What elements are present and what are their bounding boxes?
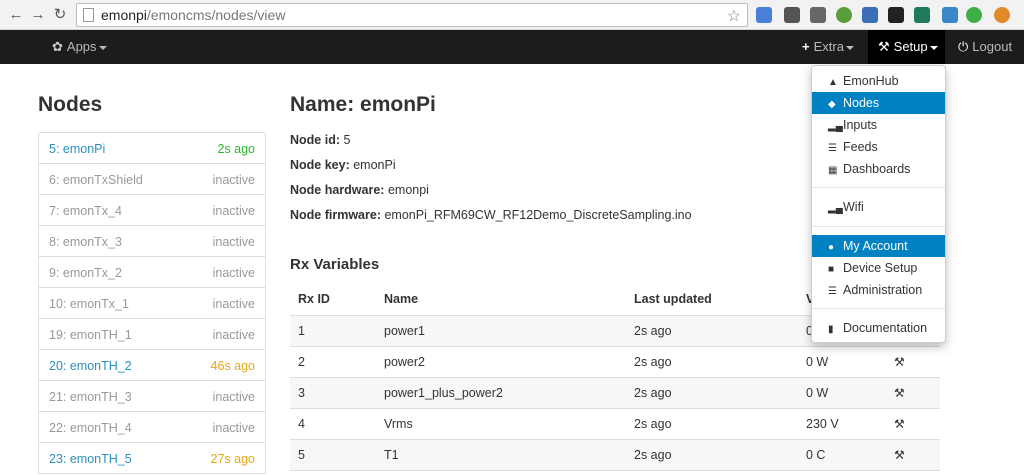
- node-item[interactable]: 19: emonTH_1 inactive: [39, 319, 265, 350]
- menu-item-feeds[interactable]: ☰ Feeds: [812, 136, 945, 158]
- apps-menu[interactable]: ✿ Apps: [52, 30, 107, 64]
- node-hardware-field: Node hardware: emonpi: [290, 183, 429, 197]
- node-list: 5: emonPi 2s ago 6: emonTxShield inactive …: [38, 132, 266, 474]
- column-header: Rx ID: [290, 284, 376, 316]
- node-item[interactable]: 6: emonTxShield inactive: [39, 164, 265, 195]
- menu-divider: [812, 226, 945, 227]
- list-icon: ☰: [828, 143, 837, 154]
- grid-icon: ▦: [828, 165, 838, 176]
- node-item[interactable]: 5: emonPi 2s ago: [39, 133, 265, 164]
- node-id-field: Node id: 5: [290, 133, 351, 147]
- video-camera-icon: ■: [828, 264, 835, 275]
- extra-menu[interactable]: + Extra: [802, 30, 854, 64]
- reload-icon[interactable]: ↻: [50, 5, 70, 25]
- table-row: 3 power1_plus_power2 2s ago 0 W ⚒: [290, 377, 940, 409]
- top-navbar: ✿ Apps + Extra ⚒ Setup ⏻ Logout: [0, 30, 1024, 64]
- tag-icon: ◆: [828, 99, 836, 110]
- column-header: Name: [376, 284, 626, 316]
- node-item[interactable]: 21: emonTH_3 inactive: [39, 381, 265, 412]
- sidebar-title: Nodes: [38, 93, 103, 116]
- wrench-icon: ⚒: [878, 39, 890, 54]
- menu-item-documentation[interactable]: ▮ Documentation: [812, 317, 945, 339]
- extension-evernote-icon[interactable]: [810, 7, 826, 23]
- column-header: Last updated: [626, 284, 798, 316]
- megaphone-icon: ▲: [828, 77, 838, 88]
- setup-menu[interactable]: ⚒ Setup: [868, 30, 945, 64]
- user-icon: ●: [828, 242, 835, 253]
- node-item[interactable]: 8: emonTx_3 inactive: [39, 226, 265, 257]
- menu-item-wifi[interactable]: ▂▄Wifi: [812, 196, 945, 218]
- address-bar[interactable]: emonpi/emoncms/nodes/view ☆: [76, 3, 748, 27]
- extension-hangouts-icon[interactable]: [836, 7, 852, 23]
- tasks-icon: ☰: [828, 286, 837, 297]
- extension-d-icon[interactable]: [966, 7, 982, 23]
- bookmark-star-icon[interactable]: ☆: [727, 6, 741, 26]
- menu-item-device-setup[interactable]: ■ Device Setup: [812, 257, 945, 279]
- browser-toolbar: ← → ↻ emonpi/emoncms/nodes/view ☆: [0, 0, 1024, 30]
- extension-s-icon[interactable]: [914, 7, 930, 23]
- rx-variables-title: Rx Variables: [290, 256, 380, 273]
- menu-divider: [812, 308, 945, 309]
- table-row: 2 power2 2s ago 0 W ⚒: [290, 346, 940, 378]
- forward-arrow-icon[interactable]: →: [28, 5, 48, 25]
- extension-people-icon[interactable]: [942, 7, 958, 23]
- setup-dropdown: ▲ EmonHub ◆ Nodes ▂▄Inputs ☰ Feeds ▦ Dashboa…: [811, 65, 946, 343]
- node-item[interactable]: 23: emonTH_5 27s ago: [39, 443, 265, 474]
- extension-bowl-icon[interactable]: [994, 7, 1010, 23]
- wrench-icon[interactable]: ⚒: [894, 386, 905, 400]
- signal-bars-icon: ▂▄: [828, 121, 843, 132]
- wrench-icon[interactable]: ⚒: [894, 355, 905, 369]
- menu-item-nodes[interactable]: ◆ Nodes: [812, 92, 945, 114]
- book-icon: ▮: [828, 324, 834, 335]
- signal-bars-icon: ▂▄: [828, 203, 843, 214]
- caret-down-icon: [98, 45, 107, 50]
- power-icon: ⏻: [958, 39, 969, 54]
- page-icon: [83, 8, 94, 22]
- leaf-icon: ✿: [52, 39, 63, 54]
- caret-down-icon: [845, 45, 854, 50]
- node-item[interactable]: 20: emonTH_2 46s ago: [39, 350, 265, 381]
- extension-pocket-icon[interactable]: [784, 7, 800, 23]
- node-key-field: Node key: emonPi: [290, 158, 396, 172]
- table-row: 5 T1 2s ago 0 C ⚒: [290, 439, 940, 471]
- logout-link[interactable]: ⏻ Logout: [958, 30, 1012, 64]
- wrench-icon[interactable]: ⚒: [894, 417, 905, 431]
- menu-item-administration[interactable]: ☰ Administration: [812, 279, 945, 301]
- node-item[interactable]: 22: emonTH_4 inactive: [39, 412, 265, 443]
- table-row: 4 Vrms 2s ago 230 V ⚒: [290, 408, 940, 440]
- node-item[interactable]: 10: emonTx_1 inactive: [39, 288, 265, 319]
- node-title: Name: emonPi: [290, 93, 436, 116]
- extension-cast-icon[interactable]: [862, 7, 878, 23]
- menu-item-emonhub[interactable]: ▲ EmonHub: [812, 70, 945, 92]
- wrench-icon[interactable]: ⚒: [894, 448, 905, 462]
- node-item[interactable]: 9: emonTx_2 inactive: [39, 257, 265, 288]
- url-text: emonpi/emoncms/nodes/view: [101, 7, 286, 23]
- caret-down-icon: [929, 45, 938, 50]
- menu-item-inputs[interactable]: ▂▄Inputs: [812, 114, 945, 136]
- plus-icon: +: [802, 39, 810, 54]
- extension-translate-icon[interactable]: [756, 7, 772, 23]
- back-arrow-icon[interactable]: ←: [6, 5, 26, 25]
- menu-item-dashboards[interactable]: ▦ Dashboards: [812, 158, 945, 180]
- extension-c-icon[interactable]: [888, 7, 904, 23]
- node-firmware-field: Node firmware: emonPi_RFM69CW_RF12Demo_D…: [290, 208, 692, 222]
- node-item[interactable]: 7: emonTx_4 inactive: [39, 195, 265, 226]
- menu-divider: [812, 187, 945, 188]
- menu-item-my-account[interactable]: ● My Account: [812, 235, 945, 257]
